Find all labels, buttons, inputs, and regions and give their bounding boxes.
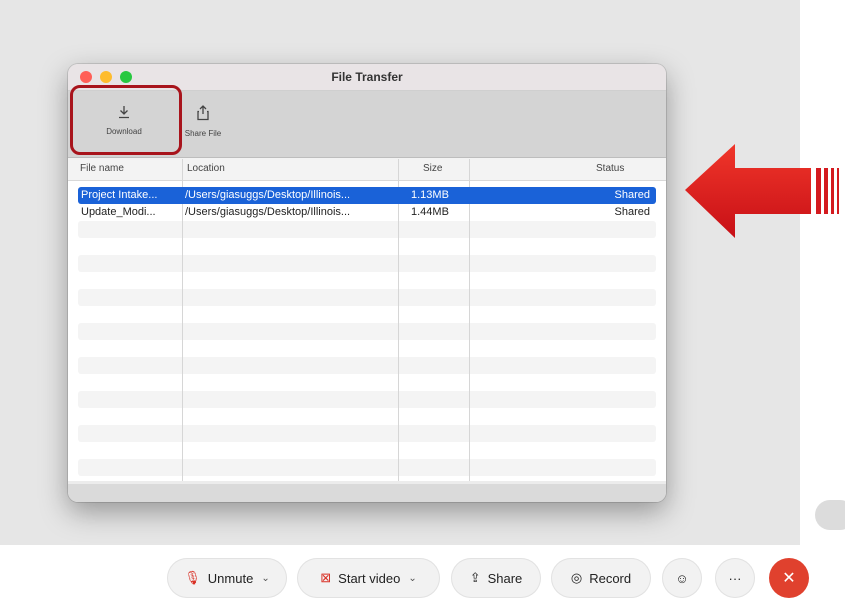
empty-row: [78, 459, 656, 476]
share-file-button[interactable]: Share File: [178, 91, 228, 157]
record-button[interactable]: ◎ Record: [551, 558, 651, 598]
file-table-body: Project Intake... /Users/giasuggs/Deskto…: [68, 159, 666, 481]
empty-row: [78, 289, 656, 306]
column-header-file-name[interactable]: File name: [80, 163, 124, 174]
download-highlight-annotation: [70, 85, 182, 155]
empty-row: [78, 255, 656, 272]
window-title: File Transfer: [331, 70, 403, 84]
location-cell: /Users/giasuggs/Desktop/Illinois...: [185, 206, 351, 218]
table-row[interactable]: Project Intake... /Users/giasuggs/Deskto…: [78, 187, 656, 204]
muted-mic-icon: 🎙: [184, 570, 201, 585]
more-icon: ···: [728, 570, 742, 586]
unmute-button[interactable]: 🎙 Unmute ⌄: [167, 558, 287, 598]
status-cell: Shared: [614, 206, 650, 218]
start-video-label: Start video: [338, 570, 401, 586]
share-icon: ⇪: [469, 570, 481, 585]
share-button[interactable]: ⇪ Share: [451, 558, 541, 598]
size-cell: 1.44MB: [411, 206, 449, 218]
unmute-label: Unmute: [207, 570, 254, 586]
chevron-down-icon[interactable]: ⌄: [408, 573, 416, 584]
empty-row: [78, 323, 656, 340]
share-icon: [178, 105, 228, 121]
empty-row: [78, 357, 656, 374]
status-cell: Shared: [614, 189, 650, 201]
file-name-cell: Project Intake...: [81, 189, 158, 201]
more-options-button[interactable]: ···: [715, 558, 755, 598]
table-row[interactable]: Update_Modi... /Users/giasuggs/Desktop/I…: [78, 204, 656, 221]
side-pill-handle[interactable]: [815, 500, 845, 530]
record-icon: ◎: [570, 570, 583, 585]
column-header-status[interactable]: Status: [596, 163, 624, 174]
table-header: File name Location Size Status: [68, 158, 666, 181]
red-arrow-annotation: [685, 144, 839, 238]
close-icon: ✕: [782, 570, 796, 587]
reactions-button[interactable]: ☺: [662, 558, 702, 598]
share-file-label: Share File: [184, 129, 222, 138]
side-panel-edge: [800, 0, 845, 545]
record-label: Record: [589, 570, 632, 586]
share-label: Share: [487, 570, 523, 586]
empty-row: [78, 221, 656, 238]
empty-row: [78, 391, 656, 408]
column-header-size[interactable]: Size: [423, 163, 442, 174]
file-name-cell: Update_Modi...: [81, 206, 156, 218]
start-video-button[interactable]: ⊠ Start video ⌄: [297, 558, 440, 598]
video-off-icon: ⊠: [320, 570, 332, 585]
chevron-down-icon[interactable]: ⌄: [261, 573, 269, 584]
meeting-controls-bar: 🎙 Unmute ⌄ ⊠ Start video ⌄ ⇪ Share ◎ Rec…: [0, 545, 845, 612]
end-call-button[interactable]: ✕: [769, 558, 809, 598]
size-cell: 1.13MB: [411, 189, 449, 201]
column-header-location[interactable]: Location: [187, 163, 225, 174]
window-footer: [68, 484, 666, 502]
location-cell: /Users/giasuggs/Desktop/Illinois...: [185, 189, 351, 201]
emoji-icon: ☺: [675, 570, 689, 586]
empty-row: [78, 425, 656, 442]
